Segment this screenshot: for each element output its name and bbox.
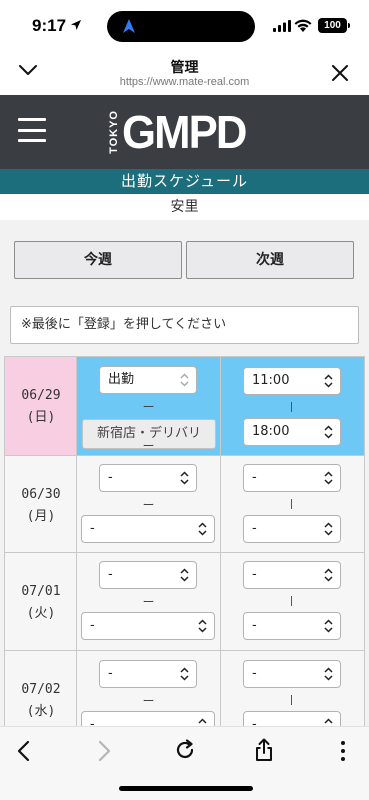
schedule-row: 06/30 (月) - ー - - - [4, 455, 365, 552]
browser-header: 管理 https://www.mate-real.com [0, 52, 369, 94]
weekday-label: (月) [26, 509, 56, 524]
status-select-value: - [108, 666, 113, 681]
date-cell: 06/29 (日) [4, 357, 77, 455]
start-time-value: 11:00 [252, 373, 290, 388]
home-indicator [119, 786, 253, 791]
reload-icon[interactable] [174, 739, 196, 761]
site-logo[interactable]: TOKYO GMPD [108, 107, 252, 157]
hamburger-menu-icon[interactable] [18, 118, 46, 142]
logo-tokyo: TOKYO [108, 110, 120, 154]
date-label: 07/01 [21, 584, 61, 599]
start-time-select[interactable]: - [243, 561, 341, 589]
date-label: 07/02 [21, 682, 61, 697]
schedule-row: 07/01 (火) - ー - - - [4, 552, 365, 650]
chevron-updown-icon [324, 522, 333, 536]
shop-select[interactable]: - [81, 515, 215, 543]
time-separator [291, 695, 292, 705]
weekday-label: (日) [26, 410, 56, 425]
start-time-value: - [252, 666, 257, 681]
start-time-select[interactable]: - [243, 660, 341, 688]
share-icon[interactable] [254, 738, 274, 762]
chevron-left-icon[interactable] [16, 740, 32, 762]
separator-dash: ー [142, 595, 155, 609]
separator-dash: ー [142, 498, 155, 512]
chevron-updown-icon [180, 471, 189, 485]
browser-title: 管理 [170, 60, 199, 76]
battery-indicator: 100 [318, 18, 347, 33]
start-time-value: - [252, 470, 257, 485]
battery-tip [348, 23, 350, 28]
date-label: 06/29 [21, 388, 61, 403]
logo-main: GMPD [122, 106, 247, 158]
status-select[interactable]: - [99, 464, 197, 492]
this-week-button[interactable]: 今週 [14, 241, 182, 279]
status-cell: 出勤 ー 新宿店・デリバリ ー [77, 357, 221, 455]
site-header: TOKYO GMPD [0, 95, 369, 169]
start-time-select[interactable]: 11:00 [243, 367, 341, 395]
cellular-signal-icon [273, 20, 291, 32]
shop-select-value: - [90, 521, 95, 536]
browser-url: https://www.mate-real.com [119, 76, 250, 88]
time-cell: - - [221, 456, 365, 552]
end-time-value: - [252, 618, 257, 633]
shop-dash: ー [142, 439, 155, 453]
weekday-label: (火) [26, 606, 56, 621]
date-cell: 06/30 (月) [4, 456, 77, 552]
time-cell: 11:00 18:00 [221, 357, 365, 455]
status-select-value: - [108, 567, 113, 582]
dynamic-island [107, 11, 255, 42]
staff-name: 安里 [0, 194, 369, 220]
status-select-value: 出勤 [108, 372, 135, 387]
end-time-select[interactable]: - [243, 612, 341, 640]
status-select-value: - [108, 470, 113, 485]
status-select[interactable]: - [99, 660, 197, 688]
status-bar: 9:17 100 [0, 0, 369, 52]
shop-select[interactable]: - [81, 612, 215, 640]
chevron-updown-icon [180, 568, 189, 582]
end-time-select[interactable]: 18:00 [243, 418, 341, 446]
chevron-updown-icon [198, 619, 207, 633]
status-cell: - ー - [77, 456, 221, 552]
location-arrow-icon [71, 20, 81, 30]
status-cell: - ー - [77, 553, 221, 650]
section-title: 出勤スケジュール [0, 169, 369, 194]
weekday-label: (水) [26, 704, 56, 719]
end-time-value: 18:00 [252, 424, 290, 439]
chevron-updown-icon [198, 522, 207, 536]
start-time-select[interactable]: - [243, 464, 341, 492]
schedule-content: 今週 次週 ※最後に「登録」を押してください 06/29 (日) 出勤 ー 新宿… [0, 220, 369, 748]
chevron-updown-icon [324, 471, 333, 485]
status-time: 9:17 [32, 16, 67, 35]
navigation-arrow-icon [123, 19, 135, 33]
start-time-value: - [252, 567, 257, 582]
end-time-select[interactable]: - [243, 515, 341, 543]
chevron-updown-icon [324, 667, 333, 681]
schedule-row: 06/29 (日) 出勤 ー 新宿店・デリバリ ー 11:00 18:00 [4, 356, 365, 455]
chevron-updown-icon [324, 619, 333, 633]
end-time-value: - [252, 521, 257, 536]
chevron-updown-icon [324, 425, 333, 439]
separator-dash: ー [142, 694, 155, 708]
date-cell: 07/01 (火) [4, 553, 77, 650]
time-separator [291, 499, 292, 509]
more-vertical-icon[interactable] [340, 740, 346, 762]
separator-dash: ー [142, 400, 155, 414]
date-label: 06/30 [21, 487, 61, 502]
shop-select-value: - [90, 618, 95, 633]
status-select[interactable]: - [99, 561, 197, 589]
wifi-icon [294, 19, 312, 32]
chevron-updown-icon [180, 373, 189, 387]
chevron-right-icon[interactable] [96, 740, 112, 762]
status-select[interactable]: 出勤 [99, 366, 197, 394]
time-separator [291, 402, 292, 412]
chevron-updown-icon [324, 568, 333, 582]
register-notice: ※最後に「登録」を押してください [10, 306, 359, 344]
chevron-updown-icon [324, 374, 333, 388]
schedule-grid: 06/29 (日) 出勤 ー 新宿店・デリバリ ー 11:00 18:00 06… [4, 356, 365, 748]
time-separator [291, 596, 292, 606]
chevron-updown-icon [180, 667, 189, 681]
time-cell: - - [221, 553, 365, 650]
next-week-button[interactable]: 次週 [186, 241, 354, 279]
close-icon[interactable] [332, 65, 348, 81]
